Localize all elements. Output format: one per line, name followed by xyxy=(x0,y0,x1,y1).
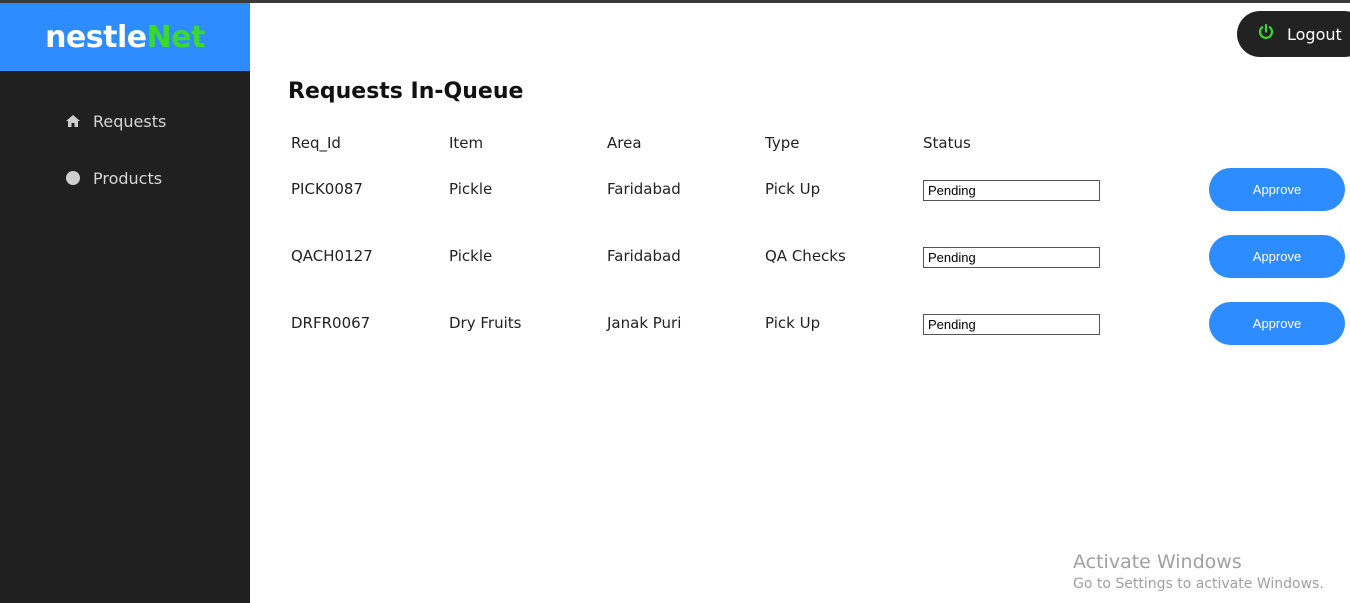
area-cell: Faridabad xyxy=(607,247,681,265)
watermark-subtitle: Go to Settings to activate Windows. xyxy=(1073,576,1324,592)
page-title: Requests In-Queue xyxy=(288,79,524,104)
column-header-type: Type xyxy=(765,134,800,152)
watermark-title: Activate Windows xyxy=(1073,551,1242,573)
main-content: Requests In-Queue Req_Id Item Area Type … xyxy=(250,3,1350,603)
req-id-cell: PICK0087 xyxy=(291,180,363,198)
home-icon xyxy=(64,112,82,130)
item-cell: Dry Fruits xyxy=(449,314,522,332)
status-field[interactable]: Pending xyxy=(923,314,1100,335)
table-row: DRFR0067 Dry Fruits Janak Puri Pick Up P… xyxy=(250,302,1350,346)
sidebar: nestle Net Requests Products xyxy=(0,3,250,603)
activate-windows-watermark: Activate Windows Go to Settings to activ… xyxy=(1073,551,1324,592)
sidebar-nav: Requests Products xyxy=(0,101,250,198)
type-cell: Pick Up xyxy=(765,314,821,332)
req-id-cell: DRFR0067 xyxy=(291,314,371,332)
circle-icon xyxy=(64,169,82,187)
status-field[interactable]: Pending xyxy=(923,180,1100,201)
sidebar-item-products[interactable]: Products xyxy=(0,158,250,198)
approve-button[interactable]: Approve xyxy=(1209,168,1345,211)
sidebar-item-label: Products xyxy=(93,168,163,188)
brand-text-primary: nestle xyxy=(45,19,147,55)
status-field[interactable]: Pending xyxy=(923,247,1100,268)
type-cell: Pick Up xyxy=(765,180,821,198)
sidebar-item-requests[interactable]: Requests xyxy=(0,101,250,141)
table-row: QACH0127 Pickle Faridabad QA Checks Pend… xyxy=(250,235,1350,279)
area-cell: Faridabad xyxy=(607,180,681,198)
table-row: PICK0087 Pickle Faridabad Pick Up Pendin… xyxy=(250,168,1350,212)
req-id-cell: QACH0127 xyxy=(291,247,373,265)
item-cell: Pickle xyxy=(449,247,493,265)
approve-button[interactable]: Approve xyxy=(1209,302,1345,345)
sidebar-item-label: Requests xyxy=(93,111,167,131)
column-header-area: Area xyxy=(607,134,642,152)
type-cell: QA Checks xyxy=(765,247,846,265)
item-cell: Pickle xyxy=(449,180,493,198)
column-header-req-id: Req_Id xyxy=(291,134,341,152)
brand-logo: nestle Net xyxy=(0,3,250,71)
approve-button[interactable]: Approve xyxy=(1209,235,1345,278)
column-header-item: Item xyxy=(449,134,484,152)
brand-text-accent: Net xyxy=(146,19,206,55)
area-cell: Janak Puri xyxy=(607,314,682,332)
column-header-status: Status xyxy=(923,134,971,152)
